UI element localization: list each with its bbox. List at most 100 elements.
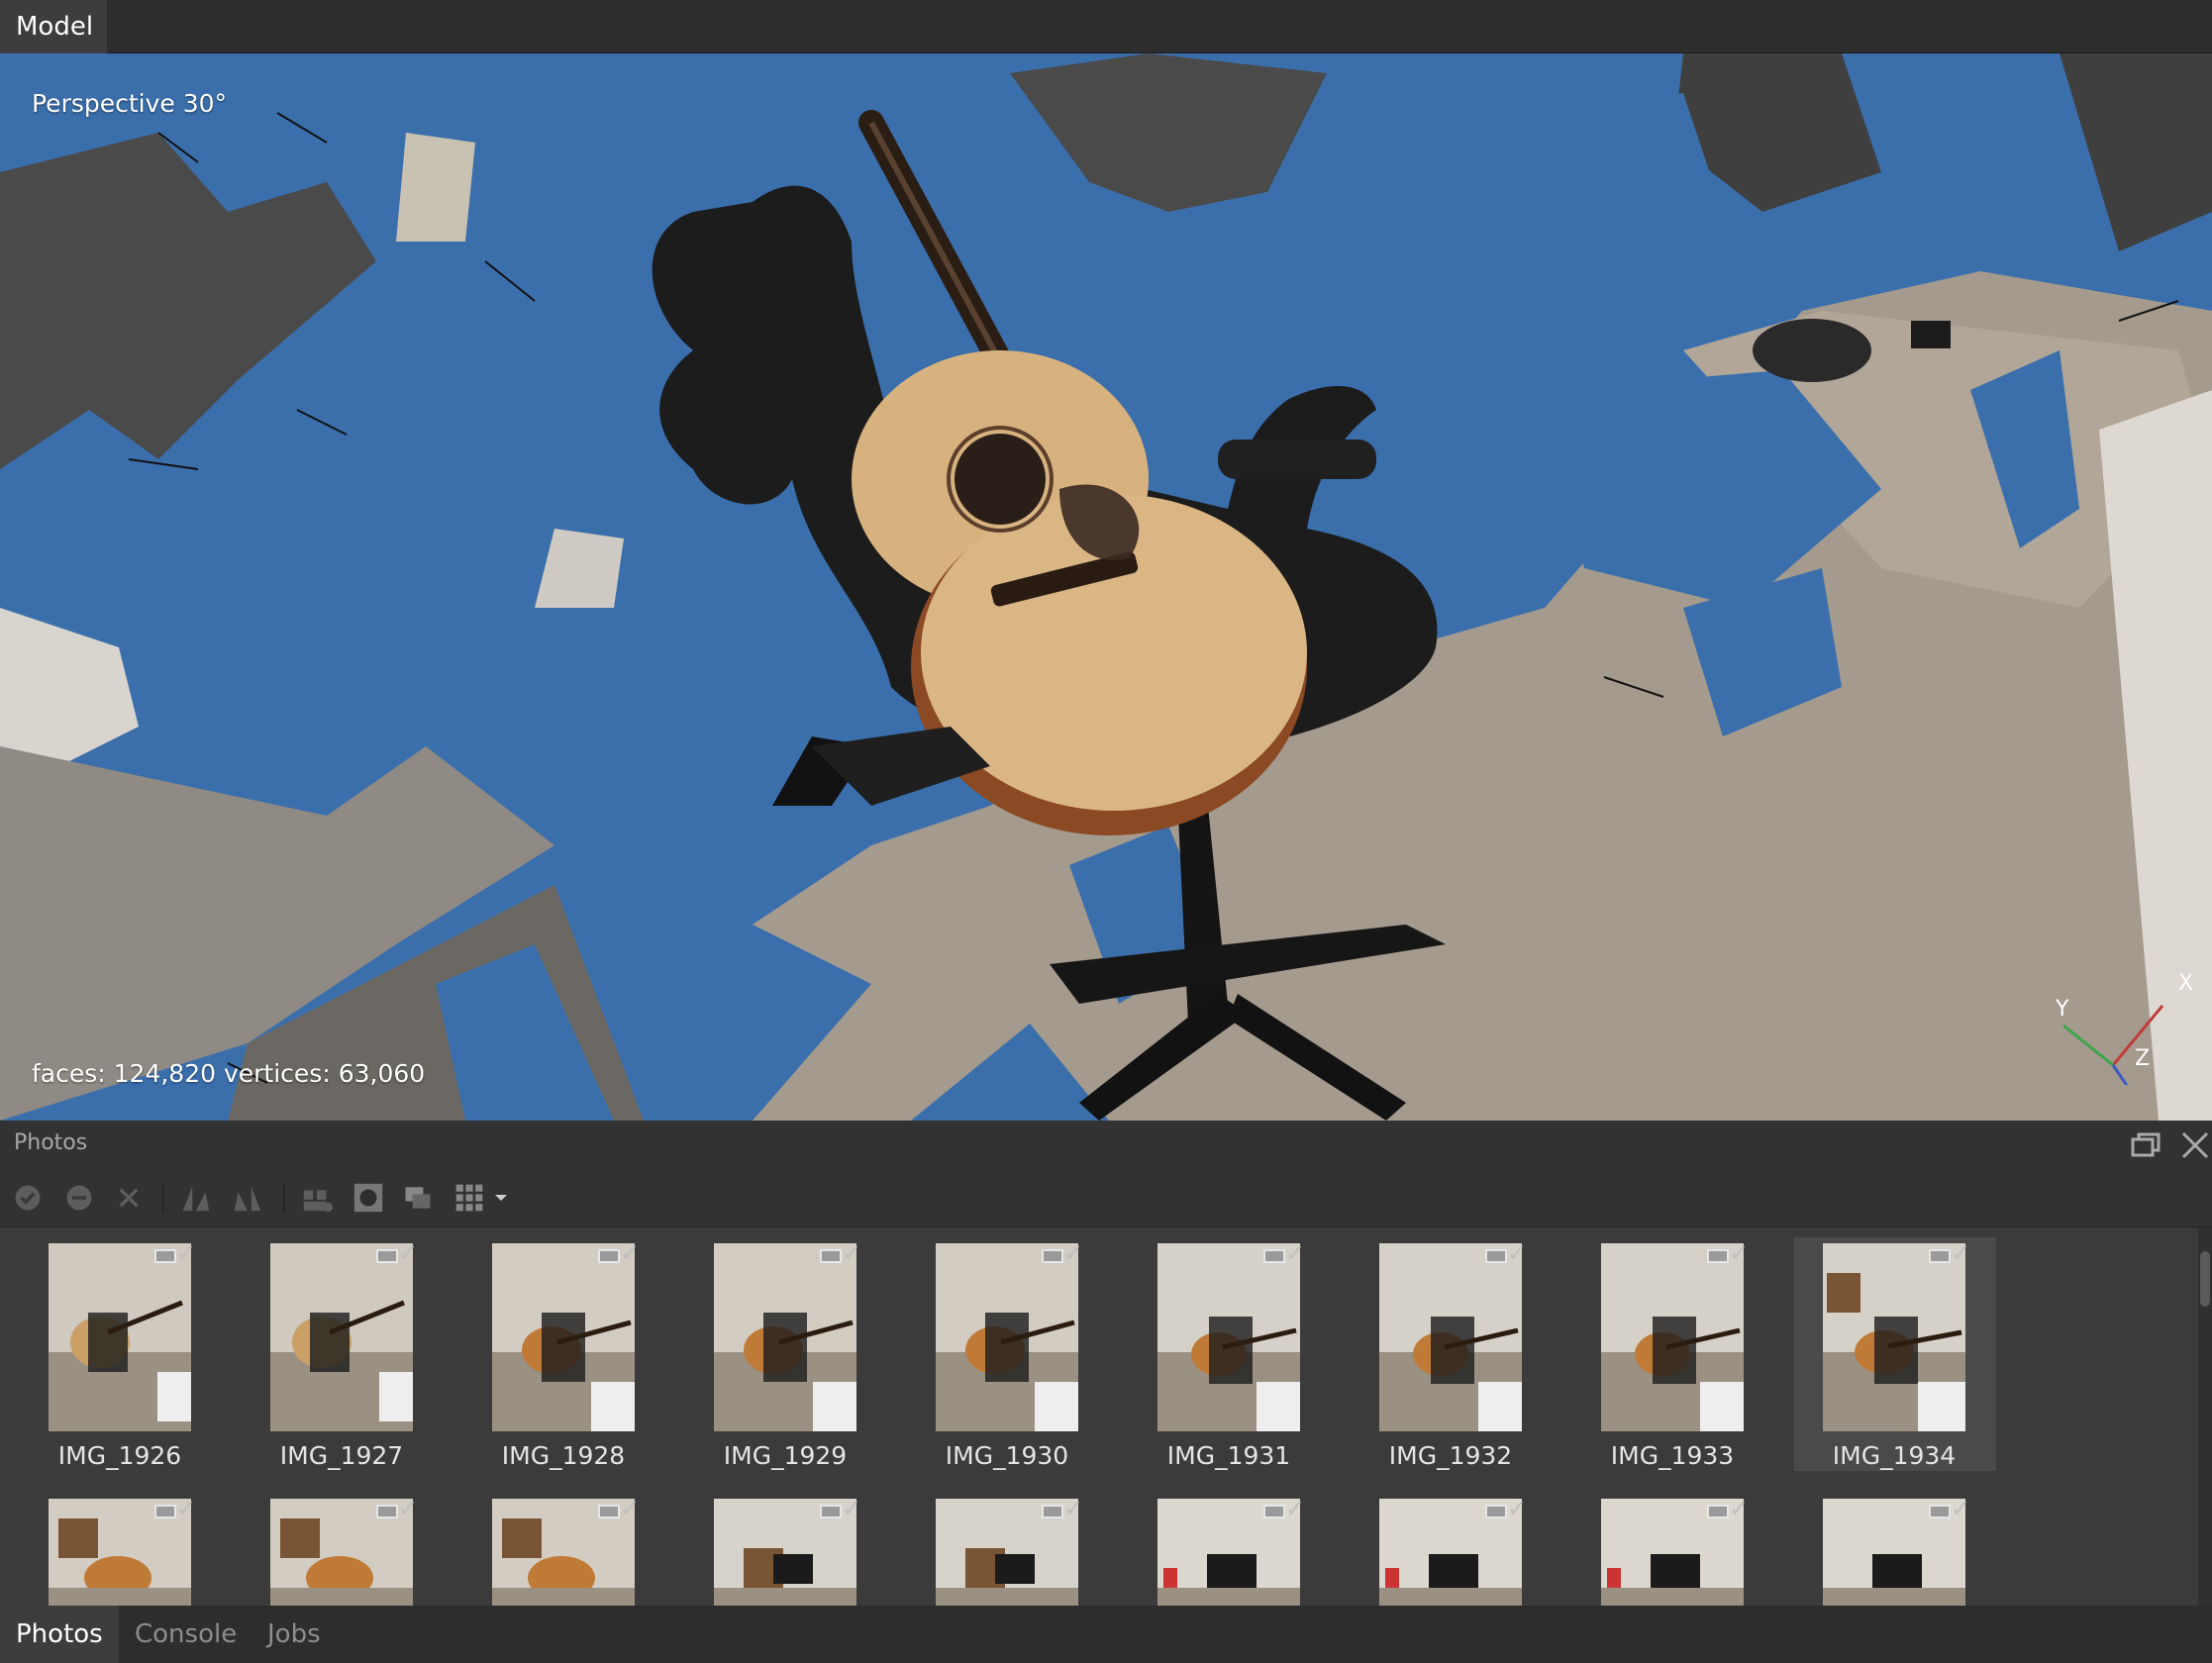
- camera-badge-icon: [1485, 1249, 1507, 1263]
- photo-label: IMG_1930: [945, 1441, 1069, 1470]
- camera-badge-icon: [1707, 1505, 1729, 1518]
- aligned-check-icon: ✓: [176, 1239, 197, 1267]
- aligned-check-icon: ✓: [1729, 1495, 1750, 1522]
- check-icon[interactable]: [10, 1180, 46, 1216]
- photos-panel: Photos ✓ IMG_1926 ✓ IMG_1927 ✓ IMG_1928 …: [0, 1121, 2212, 1606]
- photo-thumbnail[interactable]: ✓: [1358, 1493, 1557, 1606]
- photo-label: IMG_1928: [501, 1441, 626, 1470]
- photo-thumbnail[interactable]: ✓: [1802, 1493, 2000, 1606]
- axis-gizmo: X Y Z: [2055, 971, 2193, 1085]
- toolbar-separator: [162, 1184, 164, 1214]
- bottom-tab-bar: Photos Console Jobs: [0, 1606, 2212, 1663]
- panel-header: Photos: [0, 1121, 2212, 1168]
- camera-badge-icon: [1263, 1249, 1285, 1263]
- photo-thumbnail[interactable]: ✓ IMG_1931: [1137, 1237, 1335, 1471]
- photo-thumbnail[interactable]: ✓: [1580, 1493, 1778, 1606]
- camera-badge-icon: [1263, 1505, 1285, 1518]
- photos-scrollbar[interactable]: [2198, 1227, 2212, 1606]
- photo-thumbnail[interactable]: ✓: [28, 1493, 226, 1606]
- aligned-check-icon: ✓: [620, 1239, 641, 1267]
- camera-badge-icon: [1929, 1505, 1951, 1518]
- aligned-check-icon: ✓: [398, 1495, 419, 1522]
- aligned-check-icon: ✓: [176, 1495, 197, 1522]
- mesh-stats: faces: 124,820 vertices: 63,060: [32, 1059, 426, 1088]
- tab-console[interactable]: Console: [119, 1606, 252, 1663]
- camera-badge-icon: [820, 1505, 842, 1518]
- photo-image: [49, 1243, 191, 1431]
- minus-icon[interactable]: [61, 1180, 97, 1216]
- align-icon[interactable]: [299, 1180, 335, 1216]
- photo-label: IMG_1932: [1388, 1441, 1513, 1470]
- photo-label: IMG_1926: [57, 1441, 182, 1470]
- model-scene: [0, 53, 2212, 1121]
- photo-thumbnail[interactable]: ✓ IMG_1927: [250, 1237, 448, 1471]
- photo-thumbnail[interactable]: ✓: [1137, 1493, 1335, 1606]
- camera-badge-icon: [1042, 1505, 1063, 1518]
- aligned-check-icon: ✓: [620, 1495, 641, 1522]
- top-tab-bar: Model: [0, 0, 2212, 53]
- camera-badge-icon: [154, 1249, 176, 1263]
- photo-thumbnail[interactable]: ✓: [471, 1493, 669, 1606]
- projection-label: Perspective 30°: [32, 89, 228, 118]
- camera-badge-icon: [1485, 1505, 1507, 1518]
- toolbar-separator: [283, 1184, 285, 1214]
- photo-thumbnail[interactable]: ✓ IMG_1933: [1580, 1237, 1778, 1471]
- photo-image: [1379, 1243, 1522, 1431]
- photo-thumbnail-selected[interactable]: ✓ IMG_1934: [1794, 1237, 1996, 1471]
- photo-thumbnail[interactable]: ✓: [693, 1493, 891, 1606]
- mask-icon[interactable]: [351, 1180, 386, 1216]
- camera-badge-icon: [1042, 1249, 1063, 1263]
- camera-badge-icon: [154, 1505, 176, 1518]
- tab-jobs[interactable]: Jobs: [251, 1606, 337, 1663]
- aligned-check-icon: ✓: [398, 1239, 419, 1267]
- camera-badge-icon: [820, 1249, 842, 1263]
- camera-badge-icon: [376, 1249, 398, 1263]
- photo-thumbnail[interactable]: ✓: [250, 1493, 448, 1606]
- camera-badge-icon: [376, 1505, 398, 1518]
- restore-icon[interactable]: [2129, 1128, 2162, 1162]
- close-panel-icon[interactable]: [2178, 1128, 2212, 1162]
- panel-title: Photos: [14, 1130, 88, 1155]
- tab-model[interactable]: Model: [0, 0, 107, 53]
- photo-image: [492, 1243, 635, 1431]
- camera-badge-icon: [598, 1505, 620, 1518]
- aligned-check-icon: ✓: [1951, 1495, 1971, 1522]
- photo-label: IMG_1934: [1832, 1441, 1957, 1470]
- photo-thumbnail[interactable]: ✓ IMG_1930: [915, 1237, 1113, 1471]
- view-mode-icon[interactable]: [452, 1180, 487, 1216]
- photo-thumbnail[interactable]: ✓ IMG_1932: [1358, 1237, 1557, 1471]
- overlap-icon[interactable]: [400, 1180, 436, 1216]
- photo-thumbnail[interactable]: ✓ IMG_1929: [693, 1237, 891, 1471]
- model-viewport[interactable]: Perspective 30° faces: 124,820 vertices:…: [0, 53, 2212, 1121]
- photo-label: IMG_1927: [279, 1441, 404, 1470]
- photo-thumbnail[interactable]: ✓ IMG_1926: [28, 1237, 226, 1471]
- aligned-check-icon: ✓: [1285, 1239, 1306, 1267]
- tab-photos[interactable]: Photos: [0, 1606, 119, 1663]
- axis-z-label: Z: [2135, 1046, 2150, 1071]
- aligned-check-icon: ✓: [1507, 1239, 1528, 1267]
- rotate-right-icon[interactable]: [230, 1180, 265, 1216]
- photo-image: [714, 1243, 856, 1431]
- photo-thumbnail[interactable]: ✓ IMG_1928: [471, 1237, 669, 1471]
- photo-label: IMG_1933: [1610, 1441, 1735, 1470]
- aligned-check-icon: ✓: [842, 1495, 862, 1522]
- photo-image: [1157, 1243, 1300, 1431]
- aligned-check-icon: ✓: [1729, 1239, 1750, 1267]
- camera-badge-icon: [598, 1249, 620, 1263]
- photo-thumbnail[interactable]: ✓: [915, 1493, 1113, 1606]
- axis-x-label: X: [2178, 971, 2193, 996]
- aligned-check-icon: ✓: [1951, 1239, 1971, 1267]
- photo-image: [936, 1243, 1078, 1431]
- scrollbar-thumb[interactable]: [2200, 1251, 2210, 1307]
- chevron-down-icon[interactable]: [489, 1180, 513, 1216]
- close-icon[interactable]: [111, 1180, 147, 1216]
- photo-label: IMG_1931: [1166, 1441, 1291, 1470]
- camera-badge-icon: [1929, 1249, 1951, 1263]
- photos-toolbar: [0, 1168, 2212, 1227]
- camera-badge-icon: [1707, 1249, 1729, 1263]
- aligned-check-icon: ✓: [1063, 1239, 1084, 1267]
- rotate-left-icon[interactable]: [178, 1180, 214, 1216]
- photos-grid: ✓ IMG_1926 ✓ IMG_1927 ✓ IMG_1928 ✓ IMG_1…: [0, 1227, 2198, 1606]
- axis-y-label: Y: [2055, 997, 2069, 1022]
- photo-label: IMG_1929: [723, 1441, 848, 1470]
